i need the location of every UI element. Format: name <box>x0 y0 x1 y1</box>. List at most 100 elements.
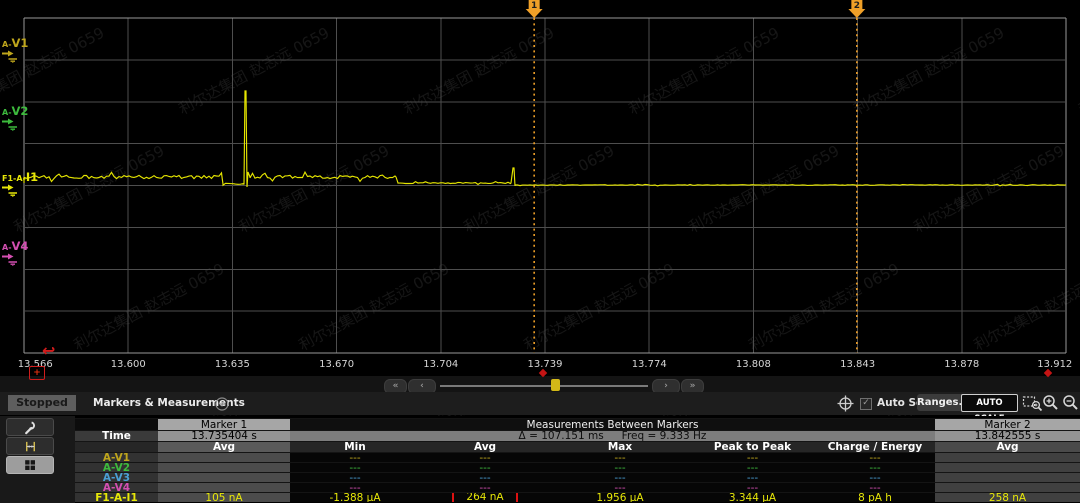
crosshair-position-icon[interactable] <box>837 395 854 416</box>
x-tick-label: 13.739 <box>528 359 563 370</box>
channel-name: V2 <box>12 104 29 118</box>
marker2-value-cell <box>935 452 1080 462</box>
channel-indicator-a-v4[interactable]: A-V4 <box>2 239 28 266</box>
analyzer-screen: 利尔达集团 赵志远 0659利尔达集团 赵志远 0659利尔达集团 赵志远 06… <box>0 0 1080 503</box>
measurements-table: Marker 1Measurements Between MarkersMark… <box>75 418 1080 502</box>
scrollbar-handle[interactable] <box>551 379 560 391</box>
x-tick-label: 13.808 <box>736 359 771 370</box>
stat-header-cell: Max <box>550 441 690 452</box>
marker2-stat-header: Avg <box>935 441 1080 452</box>
wrench-icon <box>26 428 31 433</box>
stat-value-cell: --- <box>690 462 815 472</box>
channel-indicator-a-v1[interactable]: A-V1 <box>2 36 28 63</box>
between-markers-header-cell: Measurements Between Markers <box>290 418 935 430</box>
time-row-label: Time <box>75 430 158 441</box>
marker1-time-cell: 13.735404 s <box>158 430 290 441</box>
channel-prefix: A- <box>2 108 12 117</box>
stat-value-cell: --- <box>290 452 420 462</box>
marker-2-handle[interactable]: 2 <box>848 0 865 18</box>
red-plus-icon: + <box>33 369 41 378</box>
stat-header-cell: Avg <box>420 441 550 452</box>
marker2-header-cell: Marker 2 <box>935 418 1080 430</box>
x-tick-label: 13.912 <box>1037 359 1072 370</box>
stat-value-cell: 264 nA <box>420 492 550 502</box>
stat-value-cell: --- <box>420 452 550 462</box>
zoom-out-icon[interactable] <box>1062 394 1079 416</box>
stat-header-spacer <box>75 441 158 452</box>
run-state-button[interactable]: Stopped <box>8 395 76 411</box>
marker2-value-cell: 258 nA <box>935 492 1080 502</box>
x-tick-label: 13.843 <box>840 359 875 370</box>
channel-ground-arrow-icon <box>2 50 20 63</box>
x-tick-label: 13.878 <box>944 359 979 370</box>
stat-value-cell: --- <box>420 482 550 492</box>
x-tick-label: 13.704 <box>423 359 458 370</box>
table-corner-cell <box>75 418 158 430</box>
bottom-toolbar: Stopped Markers & Measurements ✓ Auto Sc… <box>0 392 1080 415</box>
channel-prefix: A- <box>2 243 12 252</box>
marker1-value-cell <box>158 482 290 492</box>
stat-value-cell: --- <box>550 472 690 482</box>
channel-ground-arrow-icon <box>2 184 20 197</box>
stat-header-cell: Charge / Energy <box>815 441 935 452</box>
channel-ground-arrow-icon <box>2 118 20 131</box>
marker1-value-cell <box>158 472 290 482</box>
stat-value-cell: --- <box>815 472 935 482</box>
auto-scale-button[interactable]: AUTO SCALE <box>961 394 1018 412</box>
grid-icon <box>23 458 37 472</box>
stat-value-cell: --- <box>815 452 935 462</box>
table-sidebar <box>0 416 75 503</box>
stat-value-cell: --- <box>550 462 690 472</box>
highlight-box: 264 nA <box>452 492 517 502</box>
stat-value-cell: --- <box>420 462 550 472</box>
svg-text:1: 1 <box>531 1 537 11</box>
red-annotation-arrow-icon: ↩ <box>42 341 55 360</box>
stat-value-cell: --- <box>290 482 420 492</box>
x-tick-label: 13.600 <box>111 359 146 370</box>
red-annotation-box-icon: + <box>29 366 45 380</box>
channel-ground-arrow-icon <box>2 253 20 266</box>
marker1-header-cell: Marker 1 <box>158 418 290 430</box>
x-tick-label: 13.774 <box>632 359 667 370</box>
setup-wrench-button[interactable] <box>6 418 54 436</box>
marker-1-handle[interactable]: 1 <box>526 0 543 18</box>
stat-value-cell: --- <box>550 452 690 462</box>
channel-prefix: F1-A- <box>2 174 26 183</box>
marker2-time-cell: 13.842555 s <box>935 430 1080 441</box>
stat-value-cell: --- <box>290 472 420 482</box>
channel-row-label: A-V3 <box>75 472 158 482</box>
scrollbar-track[interactable] <box>440 385 648 387</box>
marker1-value-cell <box>158 462 290 472</box>
channel-row-label: A-V4 <box>75 482 158 492</box>
channel-row-label: A-V2 <box>75 462 158 472</box>
channel-row-label: A-V1 <box>75 452 158 462</box>
chevron-down-icon[interactable] <box>215 396 229 415</box>
delta-freq-cell: Δ = 107.151 msFreq = 9.333 Hz <box>290 430 935 441</box>
svg-text:2: 2 <box>854 1 860 11</box>
channel-indicator-f1-a-i1[interactable]: F1-A-I1 <box>2 170 38 197</box>
markers-panel-button[interactable] <box>6 437 54 455</box>
marker1-stat-header: Avg <box>158 441 290 452</box>
stat-value-cell: --- <box>815 482 935 492</box>
x-tick-label: 13.635 <box>215 359 250 370</box>
stat-value-cell: --- <box>690 452 815 462</box>
stat-value-cell: --- <box>815 462 935 472</box>
horizontal-scrollbar: « ‹ › » <box>0 376 1080 392</box>
stat-value-cell: -1.388 µA <box>290 492 420 502</box>
channel-indicator-a-v2[interactable]: A-V2 <box>2 104 28 131</box>
auto-scroll-checkbox[interactable]: ✓ <box>860 398 872 410</box>
stat-value-cell: 3.344 µA <box>690 492 815 502</box>
stat-header-cell: Peak to Peak <box>690 441 815 452</box>
stat-value-cell: --- <box>420 472 550 482</box>
zoom-region-icon[interactable] <box>1022 394 1043 416</box>
zoom-in-icon[interactable] <box>1042 394 1059 416</box>
channel-name: V4 <box>12 239 29 253</box>
x-tick-label: 13.670 <box>319 359 354 370</box>
grid-view-button[interactable] <box>6 456 54 474</box>
stat-value-cell: --- <box>550 482 690 492</box>
marker2-value-cell <box>935 482 1080 492</box>
stat-value-cell: 8 pA h <box>815 492 935 502</box>
marker2-value-cell <box>935 462 1080 472</box>
waveform-plot: 12 <box>0 0 1080 376</box>
stat-header-cell: Min <box>290 441 420 452</box>
